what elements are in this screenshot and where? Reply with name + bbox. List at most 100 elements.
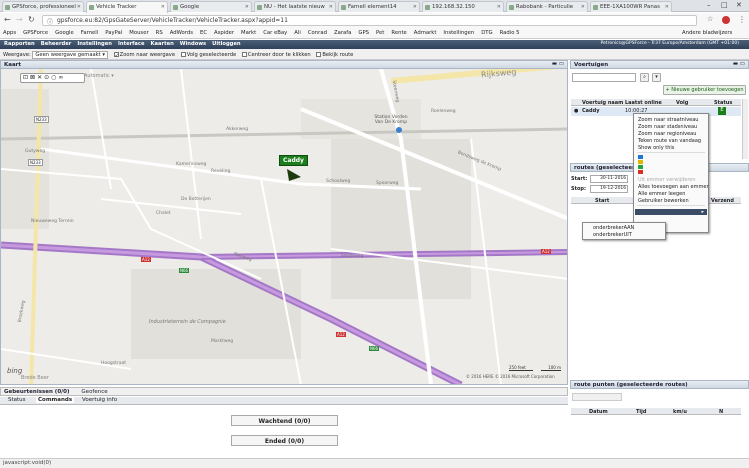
browser-tab[interactable]: NU - Het laatste nieuw ✕ xyxy=(254,1,336,12)
bookmark-item[interactable]: Ali xyxy=(294,30,301,36)
bookmark-item[interactable]: Zarafa xyxy=(334,30,351,36)
centreer-checkbox[interactable] xyxy=(241,52,247,57)
bookmark-item[interactable]: GPS xyxy=(358,30,369,36)
browser-tab[interactable]: EEE-1XA100WR Panas ✕ xyxy=(590,1,672,12)
bookmark-item[interactable]: Aspider xyxy=(214,30,234,36)
map-panel-controls[interactable]: ▬ ▭ xyxy=(552,61,564,67)
submenu-item[interactable]: onderbrekerUIT xyxy=(593,232,632,238)
voertuigen-controls[interactable]: ▬ ▭ xyxy=(733,61,745,67)
add-user-button[interactable]: + Nieuwe gebruiker toevoegen xyxy=(663,85,746,95)
bookmark-item[interactable]: PayPal xyxy=(105,30,122,36)
col-voertuig-naam[interactable]: Voertuig naam xyxy=(582,100,623,106)
tab-geofence[interactable]: Geofence xyxy=(81,389,107,395)
link-icon[interactable]: ∞ xyxy=(58,74,65,81)
bookmark-item[interactable]: GPSForce xyxy=(23,30,48,36)
url-input[interactable]: ⓘ gpsforce.eu:82/GpsGateServer/VehicleTr… xyxy=(42,15,697,26)
color-swatch[interactable] xyxy=(638,160,643,164)
tab-voertuig-info[interactable]: Voertuig info xyxy=(80,397,119,403)
bookmark-item[interactable]: Pet xyxy=(376,30,384,36)
bookmark-item[interactable]: Admarkt xyxy=(414,30,437,36)
browser-tab[interactable]: GPSforce, professioneel ✕ xyxy=(2,1,84,12)
col-datum[interactable]: Datum xyxy=(589,409,608,415)
context-menu-item[interactable]: Gebruiker bewerken xyxy=(638,198,689,204)
close-tab-icon[interactable]: ✕ xyxy=(329,4,333,10)
bookmark-item[interactable]: Instellingen xyxy=(443,30,474,36)
tab-gebeurtenissen[interactable]: Gebeurtenissen (0/0) xyxy=(4,389,70,395)
bookmark-item[interactable]: Car eBay xyxy=(263,30,287,36)
map-canvas[interactable]: Rijksweg Steenweg Station Vorden Van De … xyxy=(0,69,568,385)
extension-icon[interactable] xyxy=(722,16,730,24)
weergave-select[interactable]: Geen weergave gemaakt ▾ xyxy=(32,51,108,59)
reload-icon[interactable]: ↻ xyxy=(28,15,35,24)
col-verzend[interactable]: Verzend xyxy=(711,198,734,204)
close-tab-icon[interactable]: ✕ xyxy=(77,4,81,10)
close-tab-icon[interactable]: ✕ xyxy=(413,4,417,10)
chevron-down-icon[interactable]: ▾ xyxy=(652,73,661,82)
start-date-input[interactable]: 30-11-2016 xyxy=(590,175,628,183)
context-menu-item[interactable]: Show only this xyxy=(638,145,674,151)
close-window-icon[interactable]: ✕ xyxy=(736,1,742,9)
app-menu-item[interactable]: Rapporten xyxy=(4,41,35,47)
wachtend-button[interactable]: Wachtend (0/0) xyxy=(231,415,338,426)
star-icon[interactable]: ☆ xyxy=(707,15,713,23)
box-icon[interactable]: ⊠ xyxy=(30,74,37,81)
other-bookmarks[interactable]: Andere bladwijzers xyxy=(682,30,732,36)
col-status[interactable]: Status xyxy=(714,100,732,106)
zoom-checkbox[interactable]: ✓ xyxy=(113,52,119,59)
app-menu-item[interactable]: Instellingen xyxy=(77,41,112,47)
ended-button[interactable]: Ended (0/0) xyxy=(231,435,338,446)
col-laatst-online[interactable]: Laatst online xyxy=(625,100,662,106)
bookmark-item[interactable]: AdWords xyxy=(170,30,193,36)
app-menu-item[interactable]: Windows xyxy=(180,41,206,47)
color-swatch[interactable] xyxy=(638,155,643,159)
browser-tab[interactable]: Farnell element14 ✕ xyxy=(338,1,420,12)
close-tab-icon[interactable]: ✕ xyxy=(161,4,165,10)
search-icon[interactable]: ⌕ xyxy=(640,73,649,82)
submenu-item[interactable]: onderbrekerAAN xyxy=(593,225,634,231)
tab-status[interactable]: Status xyxy=(6,397,28,403)
bookmark-item[interactable]: EC xyxy=(200,30,207,36)
stop-date-input[interactable]: 19-12-2016 xyxy=(590,185,628,193)
map-mode-label[interactable]: Automatic ▾ xyxy=(84,73,114,79)
bookmark-item[interactable]: Apps xyxy=(3,30,16,36)
bookmark-item[interactable]: Mouser xyxy=(129,30,148,36)
app-menu-item[interactable]: Uitloggen xyxy=(212,41,240,47)
app-menu-item[interactable]: Interface xyxy=(118,41,145,47)
bookmark-item[interactable]: Markt xyxy=(241,30,256,36)
bookmark-item[interactable]: Farnell xyxy=(81,30,98,36)
context-menu-item[interactable]: Alle emmer leegen xyxy=(638,191,685,197)
maximize-icon[interactable]: □ xyxy=(721,1,728,9)
vehicle-search-input[interactable] xyxy=(572,73,636,82)
app-menu-item[interactable]: Beheerder xyxy=(41,41,72,47)
submenu-trigger[interactable]: ▸ xyxy=(635,209,707,215)
context-menu-item[interactable]: Zoom naar regioniveau xyxy=(638,131,696,137)
volg-checkbox[interactable] xyxy=(180,52,186,57)
bookmark-item[interactable]: Google xyxy=(55,30,74,36)
forward-icon[interactable]: → xyxy=(16,15,23,24)
col-start[interactable]: Start xyxy=(595,198,609,204)
back-icon[interactable]: ← xyxy=(4,15,11,24)
context-menu-item[interactable]: Uit emmer verwijderen xyxy=(638,177,696,183)
browser-tab[interactable]: Google ✕ xyxy=(170,1,252,12)
bookmark-item[interactable]: Rente xyxy=(391,30,406,36)
select-icon[interactable]: ⊡ xyxy=(23,74,30,81)
close-tab-icon[interactable]: ✕ xyxy=(497,4,501,10)
menu-icon[interactable]: ⋮ xyxy=(738,15,746,24)
col-volg[interactable]: Volg xyxy=(676,100,688,106)
bookmark-item[interactable]: RS xyxy=(156,30,163,36)
close-tab-icon[interactable]: ✕ xyxy=(581,4,585,10)
context-menu-item[interactable]: Zoom naar stadsniveau xyxy=(638,124,697,130)
info-icon[interactable]: ⓘ xyxy=(47,17,53,26)
context-menu-item[interactable]: Alles toevoegen aan emmer xyxy=(638,184,709,190)
minimize-icon[interactable]: – xyxy=(707,1,711,9)
browser-tab[interactable]: Rabobank - Particulie ✕ xyxy=(506,1,588,12)
vehicle-marker-label[interactable]: Caddy xyxy=(279,155,308,166)
browser-tab[interactable]: Vehicle Tracker ✕ xyxy=(86,1,168,13)
tab-commands[interactable]: Commands xyxy=(36,397,75,403)
col-kmu[interactable]: km/u xyxy=(673,409,687,415)
close-tab-icon[interactable]: ✕ xyxy=(245,4,249,10)
bookmark-item[interactable]: DTG xyxy=(481,30,492,36)
bookmark-item[interactable]: Radio 5 xyxy=(500,30,520,36)
context-menu-item[interactable]: Teken route van vandaag xyxy=(638,138,701,144)
browser-tab[interactable]: 192.168.32.150 ✕ xyxy=(422,1,504,12)
